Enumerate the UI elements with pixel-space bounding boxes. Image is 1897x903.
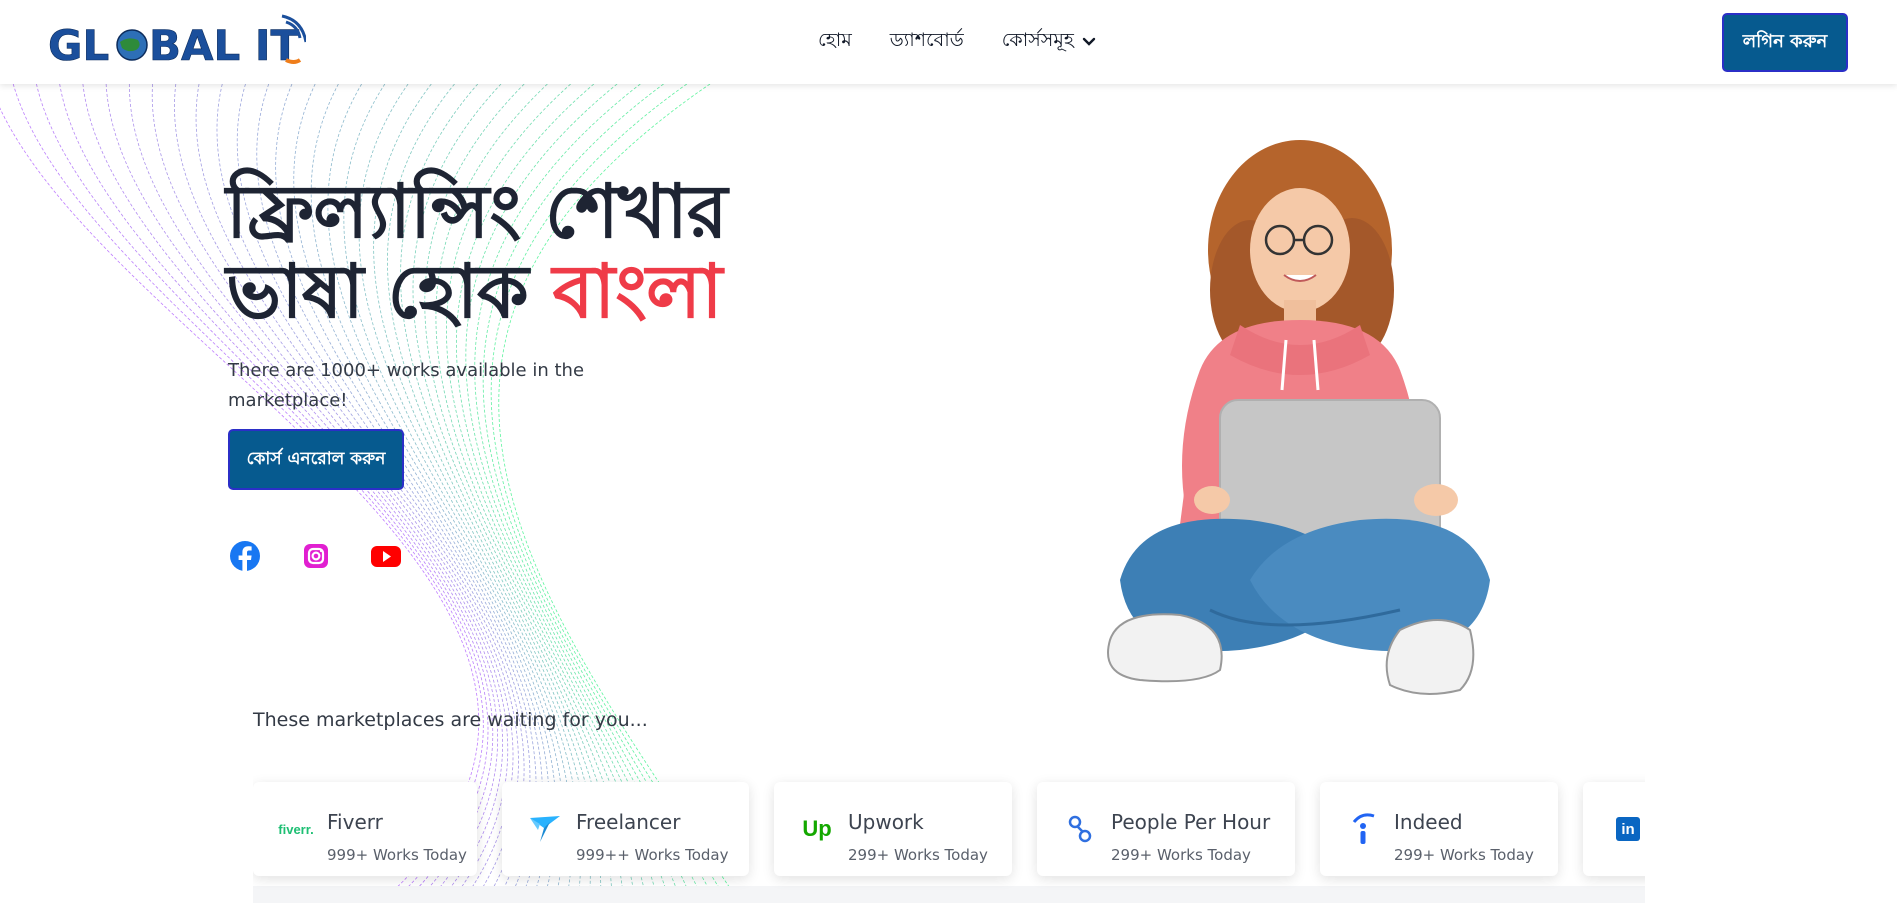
hero-title-line1: ফ্রিল্যান্সিং শেখার	[226, 169, 728, 255]
marketplace-card-linkedin[interactable]: in	[1583, 782, 1645, 876]
freelancer-bird-icon	[530, 816, 560, 842]
fiverr-logo-icon: fiverr.	[271, 812, 321, 846]
marketplace-works-count: 999++ Works Today	[576, 846, 729, 864]
marketplace-works-count: 299+ Works Today	[1111, 846, 1251, 864]
facebook-icon[interactable]	[229, 540, 261, 572]
nav-courses-label: কোর্সসমূহ	[1001, 29, 1074, 51]
marketplace-card-fiverr[interactable]: fiverr. Fiverr 999+ Works Today	[253, 782, 477, 876]
hero-subtitle: There are 1000+ works available in the m…	[228, 360, 585, 411]
marketplace-name: People Per Hour	[1111, 810, 1271, 834]
carousel-base	[253, 886, 1645, 903]
marketplace-card-upwork[interactable]: Up Upwork 299+ Works Today	[774, 782, 1012, 876]
hero-illustration-woman-laptop	[1107, 140, 1490, 695]
chevron-down-icon	[1082, 37, 1096, 46]
nav-dashboard[interactable]: ড্যাশবোর্ড	[890, 26, 964, 58]
global-it-logo[interactable]: GL BAL IT	[46, 12, 306, 76]
login-button[interactable]: লগিন করুন	[1722, 13, 1848, 72]
nav-home[interactable]: হোম	[818, 26, 852, 58]
marketplaces-carousel: fiverr. Fiverr 999+ Works Today Freelanc…	[253, 770, 1645, 903]
marketplace-card-indeed[interactable]: Indeed 299+ Works Today	[1320, 782, 1558, 876]
marketplace-card-people-per-hour[interactable]: People Per Hour 299+ Works Today	[1037, 782, 1295, 876]
marketplace-works-count: 299+ Works Today	[848, 846, 988, 864]
main-nav: হোম ড্যাশবোর্ড কোর্সসমূহ	[818, 26, 1096, 58]
peopleperhour-logo-icon	[1055, 812, 1105, 846]
hero-title-line2: ভাষা হোক	[226, 249, 553, 335]
linkedin-icon-box: in	[1616, 817, 1640, 841]
freelancer-logo-icon	[520, 812, 570, 846]
svg-text:GL: GL	[48, 21, 109, 70]
upwork-logo-icon: Up	[792, 812, 842, 846]
marketplace-name: Indeed	[1394, 810, 1463, 834]
indeed-logo-svg	[1352, 813, 1375, 844]
hero-title-highlight: বাংলা	[552, 249, 723, 335]
marketplaces-heading: These marketplaces are waiting for you..…	[253, 709, 648, 731]
marketplace-works-count: 999+ Works Today	[327, 846, 467, 864]
marketplace-card-freelancer[interactable]: Freelancer 999++ Works Today	[502, 782, 749, 876]
navbar: GL BAL IT হোম ড্যাশবোর্ড কোর্সসমূহ লগিন …	[0, 0, 1897, 84]
fiverr-logo-text: fiverr.	[278, 821, 314, 837]
hero-title: ফ্রিল্যান্সিং শেখার ভাষা হোক বাংলা	[226, 172, 786, 332]
youtube-icon[interactable]	[370, 540, 402, 572]
marketplace-name: Freelancer	[576, 810, 681, 834]
svg-text:BAL IT: BAL IT	[149, 21, 300, 70]
indeed-logo-icon	[1338, 812, 1388, 846]
linkedin-logo-text: in	[1621, 820, 1635, 838]
linkedin-logo-icon: in	[1603, 812, 1645, 846]
instagram-icon[interactable]	[300, 540, 332, 572]
peopleperhour-logo-svg	[1068, 815, 1092, 843]
marketplace-name: Fiverr	[327, 810, 383, 834]
nav-courses-dropdown[interactable]: কোর্সসমূহ	[1002, 26, 1096, 58]
marketplace-name: Upwork	[848, 810, 924, 834]
marketplace-works-count: 299+ Works Today	[1394, 846, 1534, 864]
upwork-logo-text: Up	[802, 816, 832, 841]
enroll-course-button[interactable]: কোর্স এনরোল করুন	[228, 429, 404, 490]
